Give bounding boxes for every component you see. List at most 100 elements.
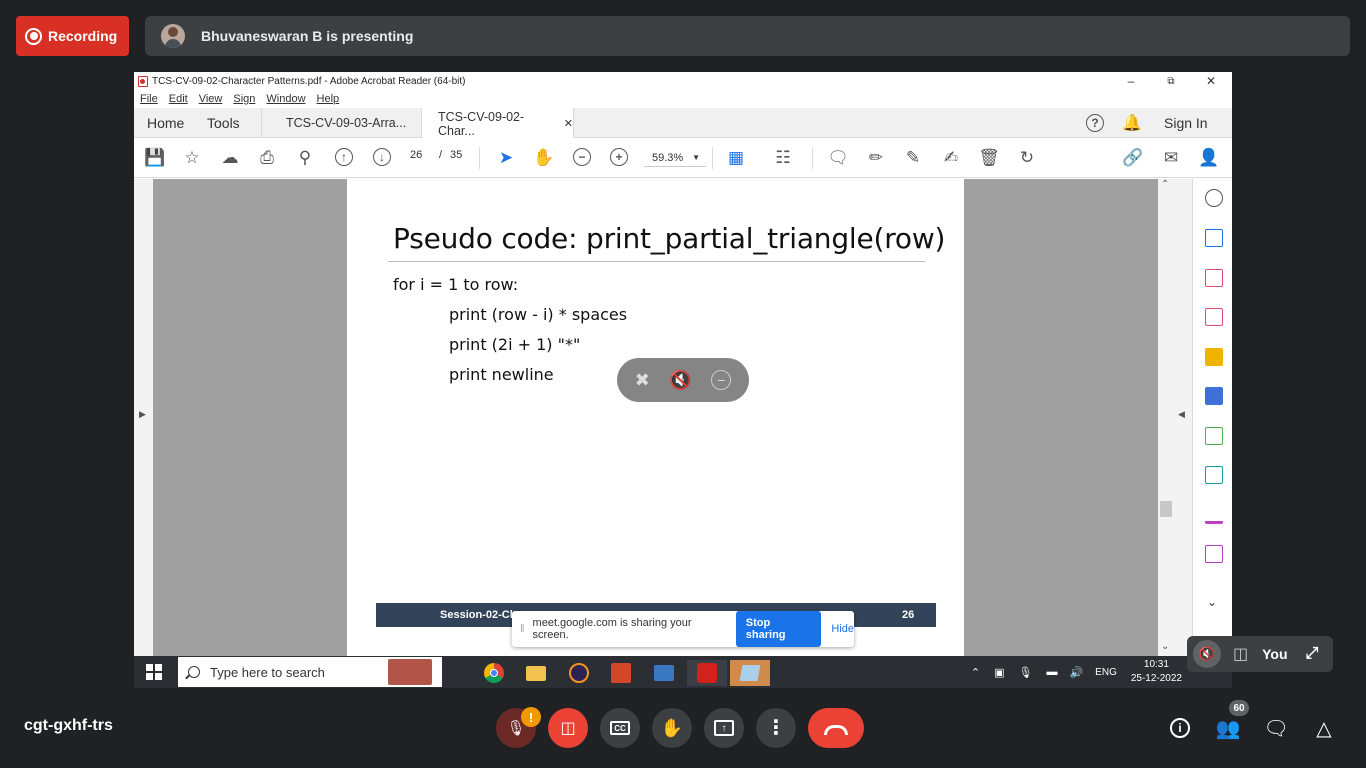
tab-home[interactable]: Home xyxy=(147,115,184,131)
export-pdf-icon[interactable] xyxy=(1205,308,1223,326)
create-pdf-icon[interactable] xyxy=(1205,229,1223,247)
zoom-select[interactable]: 59.3% ▼ xyxy=(644,149,706,167)
zoom-in-icon[interactable]: + xyxy=(610,148,628,166)
taskbar-search[interactable]: Type here to search xyxy=(178,657,442,687)
tab-tools[interactable]: Tools xyxy=(207,115,240,131)
chat-icon[interactable]: 🗨 xyxy=(1263,716,1288,740)
screen-share-banner: ‖ meet.google.com is sharing your screen… xyxy=(512,611,854,647)
present-screen-button[interactable]: ↑ xyxy=(704,708,744,748)
remove-icon[interactable]: − xyxy=(711,370,732,390)
language-indicator[interactable]: ENG xyxy=(1095,667,1117,678)
menu-help[interactable]: Help xyxy=(317,93,340,105)
hide-banner-button[interactable]: Hide xyxy=(831,623,854,635)
expand-left-icon[interactable]: ▶ xyxy=(139,409,146,420)
meet-tray-icon[interactable]: ▣ xyxy=(994,666,1004,679)
delete-icon[interactable]: 🗑 xyxy=(978,148,1000,168)
bell-icon[interactable]: 🔔 xyxy=(1122,113,1142,133)
search-zoom-icon[interactable]: ⚲ xyxy=(295,148,315,168)
stop-sharing-button[interactable]: Stop sharing xyxy=(735,611,822,647)
minimize-icon[interactable]: – xyxy=(1111,72,1151,90)
menu-edit[interactable]: Edit xyxy=(169,93,188,105)
save-icon[interactable]: 💾 xyxy=(144,148,165,168)
present-icon: ↑ xyxy=(714,720,734,736)
left-panel-toggle[interactable]: ▶ xyxy=(134,179,153,656)
restore-icon[interactable]: ⧉ xyxy=(1151,72,1191,90)
leave-call-button[interactable] xyxy=(808,708,864,748)
file-explorer-icon[interactable] xyxy=(516,660,556,686)
notes-app-icon[interactable] xyxy=(730,660,770,686)
fill-sign-icon[interactable]: ✍ xyxy=(941,148,961,168)
fill-sign-tool-icon[interactable] xyxy=(1205,506,1223,524)
drag-handle-icon[interactable]: ‖ xyxy=(520,623,525,635)
share-people-icon[interactable]: 👤 xyxy=(1198,148,1219,168)
doc-tab[interactable]: TCS-CV-09-03-Arra... xyxy=(261,108,421,138)
raise-hand-button[interactable]: ✋ xyxy=(652,708,692,748)
presenting-text: Bhuvaneswaran B is presenting xyxy=(201,28,414,44)
meeting-info-icon[interactable]: i xyxy=(1168,716,1192,740)
windows-start-icon[interactable] xyxy=(146,664,162,680)
link-icon[interactable]: 🔗 xyxy=(1122,148,1143,168)
microphone-icon[interactable]: 🎙 xyxy=(1019,666,1033,679)
rotate-icon[interactable]: ↻ xyxy=(1017,148,1037,168)
draw-sign-icon[interactable]: ✎ xyxy=(903,148,923,168)
activities-icon[interactable]: △ xyxy=(1312,716,1336,740)
menu-file[interactable]: File xyxy=(140,93,158,105)
volume-icon[interactable]: 🔊 xyxy=(1069,666,1083,679)
bookmark-star-icon[interactable]: ☆ xyxy=(182,148,202,168)
hand-tool-icon[interactable]: ✋ xyxy=(533,148,554,168)
compress-icon[interactable] xyxy=(1205,427,1223,445)
scroll-down-icon[interactable]: ⌄ xyxy=(1161,641,1169,652)
remote-desktop-icon[interactable] xyxy=(644,660,684,686)
scroll-thumb[interactable] xyxy=(1160,501,1172,517)
highlight-icon[interactable]: ✏ xyxy=(866,148,886,168)
zoom-search-icon[interactable] xyxy=(1205,189,1223,207)
expand-icon[interactable]: ⤢ xyxy=(1306,645,1319,663)
print-icon[interactable]: ⎙ xyxy=(257,148,277,168)
acrobat-taskbar-icon[interactable] xyxy=(687,660,727,686)
cloud-upload-icon[interactable]: ☁ xyxy=(220,148,240,168)
close-tab-icon[interactable]: ✕ xyxy=(564,117,573,130)
comment-icon[interactable]: 🗨 xyxy=(827,148,849,168)
more-options-button[interactable]: ⋮ xyxy=(756,708,796,748)
mail-icon[interactable]: ✉ xyxy=(1161,148,1181,168)
collapse-right-icon[interactable]: ◀ xyxy=(1178,409,1185,420)
self-video-tile[interactable]: 🔇 ◫ You ⤢ xyxy=(1187,636,1333,672)
mute-presentation-icon[interactable]: 🔇 xyxy=(669,370,691,391)
eclipse-icon[interactable] xyxy=(559,660,599,686)
pin-off-icon[interactable]: ✖ xyxy=(635,370,650,391)
next-page-icon[interactable]: ↓ xyxy=(373,148,391,166)
close-icon[interactable]: ✕ xyxy=(1191,72,1231,90)
menu-window[interactable]: Window xyxy=(266,93,305,105)
comment-tool-icon[interactable] xyxy=(1205,348,1223,366)
meeting-code: cgt-gxhf-trs xyxy=(24,717,113,734)
menu-sign[interactable]: Sign xyxy=(233,93,255,105)
vertical-scrollbar[interactable]: ⌃ ◀ ⌄ xyxy=(1158,179,1192,656)
recording-indicator[interactable]: Recording xyxy=(16,16,129,56)
sign-in-button[interactable]: Sign In xyxy=(1164,115,1208,131)
show-hidden-icons-icon[interactable]: ⌃ xyxy=(971,666,980,679)
scroll-mode-icon[interactable]: ☷ xyxy=(773,148,793,168)
chrome-icon[interactable] xyxy=(474,660,514,686)
battery-icon[interactable]: ▬ xyxy=(1046,666,1057,678)
more-tools-icon[interactable]: ⌄ xyxy=(1207,595,1217,609)
select-cursor-icon[interactable]: ➤ xyxy=(496,148,516,168)
fit-page-icon[interactable]: ▦ xyxy=(726,148,746,168)
people-icon[interactable]: 👥 xyxy=(1216,716,1241,740)
scroll-up-icon[interactable]: ⌃ xyxy=(1161,179,1169,190)
edit-pdf-icon[interactable] xyxy=(1205,545,1223,563)
organize-pages-icon[interactable] xyxy=(1205,269,1223,287)
page-number-input[interactable]: 26 xyxy=(410,149,422,161)
prev-page-icon[interactable]: ↑ xyxy=(335,148,353,166)
help-icon[interactable]: ? xyxy=(1086,114,1104,132)
doc-tab-active[interactable]: TCS-CV-09-02-Char... ✕ xyxy=(421,108,573,139)
powerpoint-icon[interactable] xyxy=(601,660,641,686)
combine-files-icon[interactable] xyxy=(1205,387,1223,405)
camera-toggle-button[interactable]: ◫ xyxy=(548,708,588,748)
window-titlebar: TCS-CV-09-02-Character Patterns.pdf - Ad… xyxy=(134,72,1232,90)
scan-icon[interactable] xyxy=(1205,466,1223,484)
captions-button[interactable]: CC xyxy=(600,708,640,748)
menu-view[interactable]: View xyxy=(199,93,223,105)
zoom-out-icon[interactable]: − xyxy=(573,148,591,166)
taskbar-clock[interactable]: 10:31 25-12-2022 xyxy=(1131,658,1182,686)
code-line: print (row - i) * spaces xyxy=(449,305,628,324)
